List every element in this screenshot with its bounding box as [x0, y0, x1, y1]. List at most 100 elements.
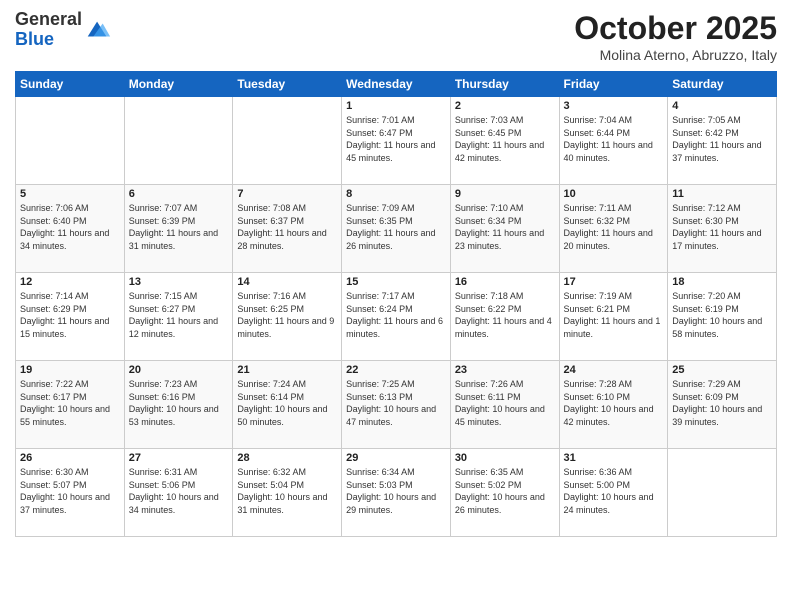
calendar-cell: 7 Sunrise: 7:08 AM Sunset: 6:37 PM Daylig…: [233, 185, 342, 273]
calendar-cell: 22Sunrise: 7:25 AM Sunset: 6:13 PM Dayli…: [342, 361, 451, 449]
calendar-cell: [16, 97, 125, 185]
day-info: Sunrise: 7:06 AM Sunset: 6:40 PM Dayligh…: [20, 202, 120, 252]
day-info: Sunrise: 6:36 AM Sunset: 5:00 PM Dayligh…: [564, 466, 664, 516]
day-info: Sunrise: 7:26 AM Sunset: 6:11 PM Dayligh…: [455, 378, 555, 428]
calendar-cell: 27Sunrise: 6:31 AM Sunset: 5:06 PM Dayli…: [124, 449, 233, 537]
day-number: 10: [564, 188, 664, 200]
week-row-1: 1Sunrise: 7:01 AM Sunset: 6:47 PM Daylig…: [16, 97, 777, 185]
calendar-cell: 9 Sunrise: 7:10 AM Sunset: 6:34 PM Daylig…: [450, 185, 559, 273]
calendar-cell: 20 Sunrise: 7:23 AM Sunset: 6:16 PM Dayli…: [124, 361, 233, 449]
day-info: Sunrise: 6:30 AM Sunset: 5:07 PM Dayligh…: [20, 466, 120, 516]
calendar-cell: 12 Sunrise: 7:14 AM Sunset: 6:29 PM Dayli…: [16, 273, 125, 361]
weekday-header-row: SundayMondayTuesdayWednesdayThursdayFrid…: [16, 72, 777, 97]
day-info: Sunrise: 7:11 AM Sunset: 6:32 PM Dayligh…: [564, 202, 664, 252]
location: Molina Aterno, Abruzzo, Italy: [574, 47, 777, 63]
calendar-cell: [233, 97, 342, 185]
page-container: General Blue October 2025 Molina Aterno,…: [0, 0, 792, 547]
day-info: Sunrise: 7:20 AM Sunset: 6:19 PM Dayligh…: [672, 290, 772, 340]
day-number: 14: [237, 276, 337, 288]
day-info: Sunrise: 7:28 AM Sunset: 6:10 PM Dayligh…: [564, 378, 664, 428]
calendar-cell: 10 Sunrise: 7:11 AM Sunset: 6:32 PM Dayli…: [559, 185, 668, 273]
weekday-header-tuesday: Tuesday: [233, 72, 342, 97]
day-info: Sunrise: 6:35 AM Sunset: 5:02 PM Dayligh…: [455, 466, 555, 516]
week-row-3: 12 Sunrise: 7:14 AM Sunset: 6:29 PM Dayli…: [16, 273, 777, 361]
day-info: Sunrise: 7:09 AM Sunset: 6:35 PM Dayligh…: [346, 202, 446, 252]
day-number: 18: [672, 276, 772, 288]
day-info: Sunrise: 6:34 AM Sunset: 5:03 PM Dayligh…: [346, 466, 446, 516]
day-number: 2: [455, 100, 555, 112]
calendar-cell: 28 Sunrise: 6:32 AM Sunset: 5:04 PM Dayli…: [233, 449, 342, 537]
day-number: 30: [455, 452, 555, 464]
weekday-header-thursday: Thursday: [450, 72, 559, 97]
weekday-header-wednesday: Wednesday: [342, 72, 451, 97]
day-number: 17: [564, 276, 664, 288]
logo-general-text: General: [15, 9, 82, 29]
day-number: 11: [672, 188, 772, 200]
day-info: Sunrise: 7:03 AM Sunset: 6:45 PM Dayligh…: [455, 114, 555, 164]
weekday-header-monday: Monday: [124, 72, 233, 97]
logo-icon: [84, 16, 112, 44]
calendar-table: SundayMondayTuesdayWednesdayThursdayFrid…: [15, 71, 777, 537]
month-title: October 2025: [574, 10, 777, 47]
day-number: 20: [129, 364, 229, 376]
weekday-header-sunday: Sunday: [16, 72, 125, 97]
logo-blue-text: Blue: [15, 29, 54, 49]
day-info: Sunrise: 7:15 AM Sunset: 6:27 PM Dayligh…: [129, 290, 229, 340]
day-number: 8: [346, 188, 446, 200]
calendar-cell: 26 Sunrise: 6:30 AM Sunset: 5:07 PM Dayli…: [16, 449, 125, 537]
day-info: Sunrise: 7:10 AM Sunset: 6:34 PM Dayligh…: [455, 202, 555, 252]
day-info: Sunrise: 7:05 AM Sunset: 6:42 PM Dayligh…: [672, 114, 772, 164]
day-number: 13: [129, 276, 229, 288]
day-number: 7: [237, 188, 337, 200]
calendar-cell: 25 Sunrise: 7:29 AM Sunset: 6:09 PM Dayli…: [668, 361, 777, 449]
calendar-cell: 23 Sunrise: 7:26 AM Sunset: 6:11 PM Dayli…: [450, 361, 559, 449]
calendar-cell: 31 Sunrise: 6:36 AM Sunset: 5:00 PM Dayli…: [559, 449, 668, 537]
calendar-cell: 13 Sunrise: 7:15 AM Sunset: 6:27 PM Dayli…: [124, 273, 233, 361]
day-number: 3: [564, 100, 664, 112]
day-info: Sunrise: 7:24 AM Sunset: 6:14 PM Dayligh…: [237, 378, 337, 428]
week-row-5: 26 Sunrise: 6:30 AM Sunset: 5:07 PM Dayli…: [16, 449, 777, 537]
weekday-header-saturday: Saturday: [668, 72, 777, 97]
day-number: 25: [672, 364, 772, 376]
calendar-cell: 4 Sunrise: 7:05 AM Sunset: 6:42 PM Daylig…: [668, 97, 777, 185]
calendar-cell: 16Sunrise: 7:18 AM Sunset: 6:22 PM Dayli…: [450, 273, 559, 361]
week-row-2: 5 Sunrise: 7:06 AM Sunset: 6:40 PM Daylig…: [16, 185, 777, 273]
day-info: Sunrise: 7:22 AM Sunset: 6:17 PM Dayligh…: [20, 378, 120, 428]
day-number: 22: [346, 364, 446, 376]
calendar-cell: [124, 97, 233, 185]
day-info: Sunrise: 7:04 AM Sunset: 6:44 PM Dayligh…: [564, 114, 664, 164]
calendar-cell: 14Sunrise: 7:16 AM Sunset: 6:25 PM Dayli…: [233, 273, 342, 361]
day-number: 28: [237, 452, 337, 464]
day-number: 26: [20, 452, 120, 464]
day-number: 5: [20, 188, 120, 200]
day-number: 21: [237, 364, 337, 376]
calendar-cell: 17 Sunrise: 7:19 AM Sunset: 6:21 PM Dayli…: [559, 273, 668, 361]
week-row-4: 19 Sunrise: 7:22 AM Sunset: 6:17 PM Dayli…: [16, 361, 777, 449]
day-info: Sunrise: 6:31 AM Sunset: 5:06 PM Dayligh…: [129, 466, 229, 516]
day-info: Sunrise: 6:32 AM Sunset: 5:04 PM Dayligh…: [237, 466, 337, 516]
day-info: Sunrise: 7:17 AM Sunset: 6:24 PM Dayligh…: [346, 290, 446, 340]
day-info: Sunrise: 7:19 AM Sunset: 6:21 PM Dayligh…: [564, 290, 664, 340]
day-info: Sunrise: 7:12 AM Sunset: 6:30 PM Dayligh…: [672, 202, 772, 252]
day-info: Sunrise: 7:08 AM Sunset: 6:37 PM Dayligh…: [237, 202, 337, 252]
day-info: Sunrise: 7:14 AM Sunset: 6:29 PM Dayligh…: [20, 290, 120, 340]
day-number: 31: [564, 452, 664, 464]
day-info: Sunrise: 7:07 AM Sunset: 6:39 PM Dayligh…: [129, 202, 229, 252]
day-number: 9: [455, 188, 555, 200]
calendar-cell: 30 Sunrise: 6:35 AM Sunset: 5:02 PM Dayli…: [450, 449, 559, 537]
day-number: 19: [20, 364, 120, 376]
calendar-cell: 11 Sunrise: 7:12 AM Sunset: 6:30 PM Dayli…: [668, 185, 777, 273]
day-number: 15: [346, 276, 446, 288]
day-number: 23: [455, 364, 555, 376]
day-number: 12: [20, 276, 120, 288]
day-number: 4: [672, 100, 772, 112]
day-info: Sunrise: 7:23 AM Sunset: 6:16 PM Dayligh…: [129, 378, 229, 428]
page-header: General Blue October 2025 Molina Aterno,…: [15, 10, 777, 63]
day-info: Sunrise: 7:18 AM Sunset: 6:22 PM Dayligh…: [455, 290, 555, 340]
title-area: October 2025 Molina Aterno, Abruzzo, Ita…: [574, 10, 777, 63]
weekday-header-friday: Friday: [559, 72, 668, 97]
calendar-cell: 29Sunrise: 6:34 AM Sunset: 5:03 PM Dayli…: [342, 449, 451, 537]
day-info: Sunrise: 7:29 AM Sunset: 6:09 PM Dayligh…: [672, 378, 772, 428]
calendar-cell: 3 Sunrise: 7:04 AM Sunset: 6:44 PM Daylig…: [559, 97, 668, 185]
calendar-cell: 19 Sunrise: 7:22 AM Sunset: 6:17 PM Dayli…: [16, 361, 125, 449]
